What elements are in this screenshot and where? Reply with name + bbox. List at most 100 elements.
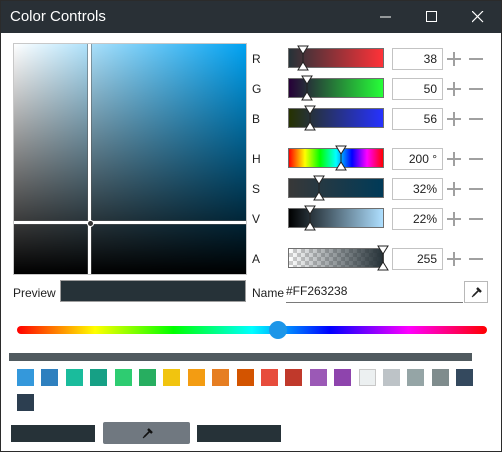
slider-alpha[interactable]: [288, 248, 384, 268]
palette-swatch[interactable]: [431, 369, 449, 386]
blue-value-field[interactable]: 56: [392, 108, 443, 130]
left-action-button[interactable]: [11, 425, 95, 442]
palette-swatch[interactable]: [212, 369, 230, 386]
close-icon: [472, 11, 484, 23]
palette-swatch[interactable]: [358, 369, 376, 386]
increment-button[interactable]: [446, 251, 462, 267]
increment-button[interactable]: [446, 151, 462, 167]
minus-icon: [469, 218, 483, 220]
saturation-value-picker[interactable]: [13, 43, 247, 275]
slider-thumb-red[interactable]: [297, 45, 309, 71]
name-label: Name: [252, 286, 285, 300]
palette-swatch[interactable]: [90, 369, 108, 386]
label-r: R: [252, 52, 261, 66]
value-value-field[interactable]: 22%: [392, 208, 443, 230]
palette-swatch[interactable]: [114, 369, 132, 386]
palette-swatch[interactable]: [334, 369, 352, 386]
palette-swatch[interactable]: [236, 369, 254, 386]
hue-value-field[interactable]: 200 °: [392, 148, 443, 170]
eyedropper-action-button[interactable]: [103, 422, 190, 444]
eyedropper-button[interactable]: [464, 281, 488, 303]
slider-thumb-alpha[interactable]: [377, 245, 389, 271]
plus-icon: [447, 52, 461, 66]
slider-value[interactable]: [288, 208, 384, 228]
minus-icon: [469, 58, 483, 60]
minus-icon: [469, 88, 483, 90]
palette-swatch[interactable]: [41, 369, 59, 386]
palette-header-bar: [9, 353, 472, 361]
palette-swatch[interactable]: [456, 369, 474, 386]
palette-swatch[interactable]: [17, 394, 34, 411]
increment-button[interactable]: [446, 81, 462, 97]
maximize-button[interactable]: [409, 1, 455, 33]
window-title: Color Controls: [10, 8, 106, 25]
minimize-button[interactable]: [363, 1, 409, 33]
label-b: B: [252, 112, 261, 126]
palette-swatch[interactable]: [65, 369, 83, 386]
decrement-button[interactable]: [468, 81, 484, 97]
decrement-button[interactable]: [468, 251, 484, 267]
black-gradient: [14, 44, 246, 274]
eyedropper-icon: [471, 287, 482, 298]
preview-label: Preview: [13, 286, 56, 300]
minimize-icon: [380, 16, 391, 18]
decrement-button[interactable]: [468, 151, 484, 167]
palette-swatch[interactable]: [163, 369, 181, 386]
minus-icon: [469, 118, 483, 120]
right-action-button[interactable]: [197, 425, 281, 442]
slider-thumb-saturation[interactable]: [313, 175, 325, 201]
value-crosshair: [14, 221, 246, 224]
palette-swatch[interactable]: [309, 369, 327, 386]
saturation-value-field[interactable]: 32%: [392, 178, 443, 200]
alpha-value-field[interactable]: 255: [392, 248, 443, 270]
palette-swatch[interactable]: [261, 369, 278, 386]
palette-swatch[interactable]: [407, 369, 425, 386]
title-bar: Color Controls: [1, 1, 501, 33]
palette-swatch[interactable]: [285, 369, 303, 386]
palette-swatch[interactable]: [17, 369, 34, 386]
slider-thumb-green[interactable]: [301, 75, 314, 101]
palette-swatch[interactable]: [139, 369, 156, 386]
plus-icon: [447, 82, 461, 96]
label-a: A: [252, 252, 261, 266]
decrement-button[interactable]: [468, 51, 484, 67]
hue-slider-knob[interactable]: [269, 321, 288, 339]
decrement-button[interactable]: [468, 181, 484, 197]
increment-button[interactable]: [446, 111, 462, 127]
slider-blue[interactable]: [288, 108, 384, 128]
slider-thumb-hue[interactable]: [335, 145, 348, 171]
hue-slider-track[interactable]: [17, 326, 487, 334]
color-controls-window: Color Controls R G B H S V A 38 50 56 20…: [0, 0, 502, 452]
slider-thumb-value[interactable]: [303, 205, 316, 231]
label-s: S: [252, 182, 261, 196]
close-button[interactable]: [455, 1, 501, 33]
palette-swatch[interactable]: [383, 369, 400, 386]
increment-button[interactable]: [446, 51, 462, 67]
minus-icon: [469, 158, 483, 160]
name-input[interactable]: #FF263238: [286, 281, 463, 303]
saturation-crosshair: [88, 44, 91, 274]
slider-saturation[interactable]: [288, 178, 384, 198]
picker-marker[interactable]: [87, 220, 94, 227]
label-h: H: [252, 152, 261, 166]
label-g: G: [252, 82, 262, 96]
minus-icon: [469, 258, 483, 260]
plus-icon: [447, 182, 461, 196]
red-value-field[interactable]: 38: [392, 48, 443, 70]
eyedropper-icon: [142, 428, 153, 439]
increment-button[interactable]: [446, 181, 462, 197]
minus-icon: [469, 188, 483, 190]
plus-icon: [447, 152, 461, 166]
palette-swatch[interactable]: [187, 369, 205, 386]
maximize-icon: [426, 11, 437, 22]
increment-button[interactable]: [446, 211, 462, 227]
decrement-button[interactable]: [468, 111, 484, 127]
plus-icon: [447, 112, 461, 126]
decrement-button[interactable]: [468, 211, 484, 227]
preview-swatch: [60, 280, 246, 302]
plus-icon: [447, 252, 461, 266]
green-value-field[interactable]: 50: [392, 78, 443, 100]
label-v: V: [252, 212, 261, 226]
slider-thumb-blue[interactable]: [303, 105, 316, 131]
plus-icon: [447, 212, 461, 226]
